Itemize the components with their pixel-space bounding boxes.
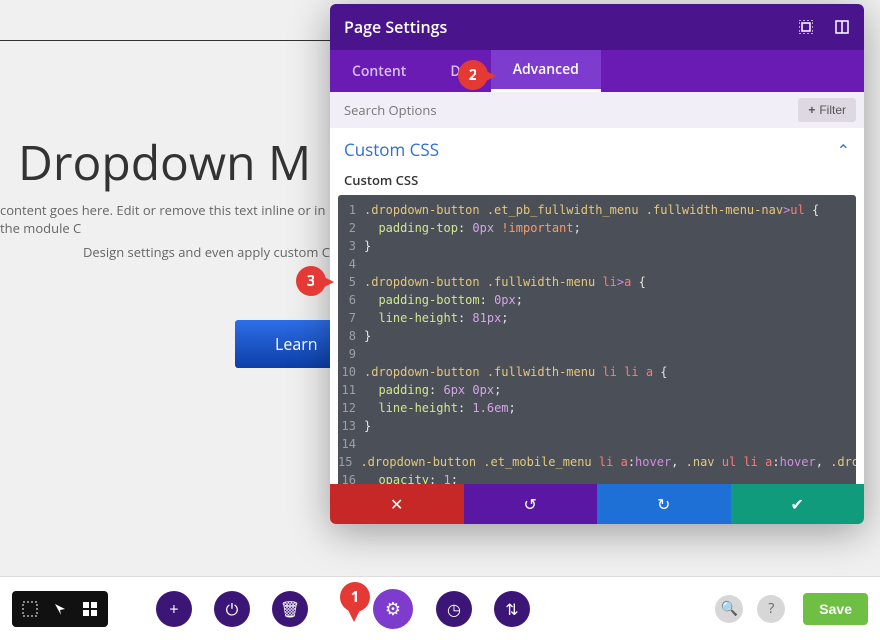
snap-icon[interactable]	[798, 19, 814, 35]
check-icon: ✔	[791, 493, 804, 515]
expand-icon[interactable]	[834, 19, 850, 35]
help-button[interactable]: ?	[757, 595, 785, 623]
click-view-icon[interactable]	[46, 595, 74, 623]
undo-icon: ↺	[524, 493, 537, 515]
page-settings-button[interactable]: ⚙	[372, 588, 414, 630]
modal-action-bar: ✕ ↺ ↻ ✔	[330, 484, 864, 524]
redo-icon: ↻	[657, 493, 670, 515]
chevron-up-icon: ⌃	[837, 139, 850, 161]
save-button[interactable]: Save	[803, 593, 868, 625]
hero-copy-1: content goes here. Edit or remove this t…	[0, 201, 340, 237]
callout-3: 3	[296, 266, 326, 296]
trash-icon: 🗑	[280, 598, 300, 620]
history-button[interactable]: ◷	[436, 591, 472, 627]
callout-2: 2	[458, 60, 488, 90]
tab-advanced[interactable]: Advanced	[491, 50, 601, 92]
field-label-custom-css: Custom CSS	[330, 165, 864, 195]
filter-label: Filter	[819, 103, 846, 117]
callout-1: 1	[340, 582, 370, 612]
tab-content[interactable]: Content	[330, 50, 428, 92]
undo-button[interactable]: ↺	[464, 484, 598, 524]
divider	[0, 40, 350, 41]
power-icon: ⏻	[226, 598, 239, 620]
view-mode-group	[12, 591, 108, 627]
add-button[interactable]: +	[156, 591, 192, 627]
modal-tabs: Content De Advanced	[330, 50, 864, 92]
help-icon: ?	[768, 599, 774, 618]
search-button[interactable]: 🔍	[715, 595, 743, 623]
section-title: Custom CSS	[344, 138, 439, 161]
gear-icon: ⚙	[385, 597, 401, 621]
section-header-custom-css[interactable]: Custom CSS ⌃	[330, 128, 864, 165]
redo-button[interactable]: ↻	[597, 484, 731, 524]
learn-label: Learn	[275, 333, 318, 355]
wireframe-view-icon[interactable]	[16, 595, 44, 623]
page-settings-modal: Page Settings Content De Advanced Search…	[330, 4, 864, 524]
options-bar: Search Options +Filter	[330, 92, 864, 128]
plus-icon: +	[169, 598, 178, 620]
power-button[interactable]: ⏻	[214, 591, 250, 627]
trash-button[interactable]: 🗑	[272, 591, 308, 627]
hero-copy-2: Design settings and even apply custom CS	[40, 243, 380, 261]
search-icon: 🔍	[721, 599, 738, 618]
modal-title: Page Settings	[344, 16, 447, 38]
search-options[interactable]: Search Options	[344, 101, 437, 119]
portability-button[interactable]: ⇅	[494, 591, 530, 627]
history-icon: ◷	[447, 598, 461, 620]
close-icon: ✕	[390, 493, 403, 515]
modal-header: Page Settings	[330, 4, 864, 50]
filter-button[interactable]: +Filter	[798, 98, 856, 122]
grid-view-icon[interactable]	[76, 595, 104, 623]
updown-icon: ⇅	[505, 598, 518, 620]
confirm-button[interactable]: ✔	[731, 484, 865, 524]
cancel-button[interactable]: ✕	[330, 484, 464, 524]
css-code-editor[interactable]: 1.dropdown-button .et_pb_fullwidth_menu …	[338, 195, 856, 491]
builder-bar: + ⏻ 🗑 ⚙ ◷ ⇅ 🔍 ? Save	[0, 576, 880, 640]
